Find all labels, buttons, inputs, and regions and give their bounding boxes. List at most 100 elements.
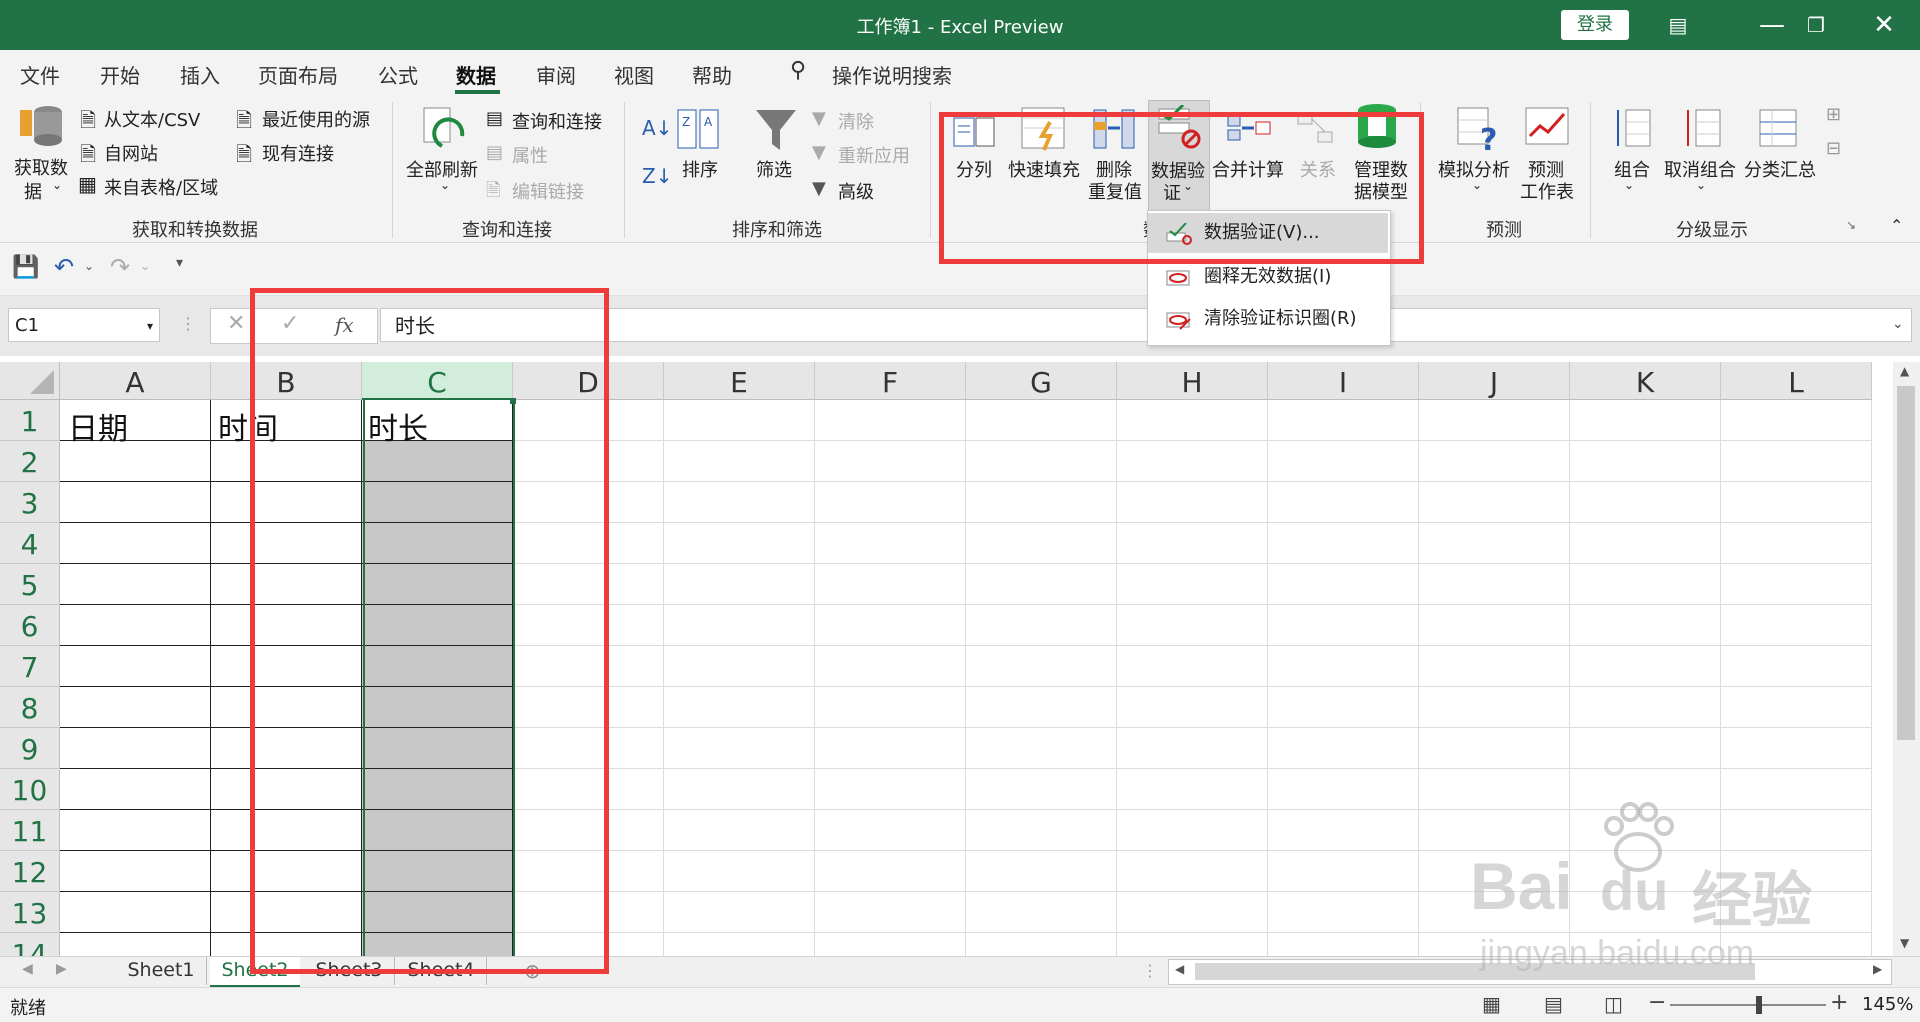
cell-e12[interactable]	[664, 851, 815, 892]
cell-a10[interactable]	[60, 769, 211, 810]
cell-a6[interactable]	[60, 605, 211, 646]
sort-za-icon[interactable]: Z↓	[642, 164, 672, 188]
cell-i1[interactable]	[1268, 400, 1419, 441]
cell-j7[interactable]	[1419, 646, 1570, 687]
cell-h12[interactable]	[1117, 851, 1268, 892]
cell-j3[interactable]	[1419, 482, 1570, 523]
cell-h6[interactable]	[1117, 605, 1268, 646]
cell-e7[interactable]	[664, 646, 815, 687]
column-header-h[interactable]: H	[1117, 362, 1268, 400]
clear-button[interactable]: 清除	[838, 108, 874, 134]
cell-e2[interactable]	[664, 441, 815, 482]
cell-h7[interactable]	[1117, 646, 1268, 687]
tab-file[interactable]: 文件	[20, 60, 60, 89]
tab-formulas[interactable]: 公式	[378, 60, 418, 89]
hide-detail-icon[interactable]: ⊟	[1826, 138, 1841, 159]
cell-f10[interactable]	[815, 769, 966, 810]
cell-k9[interactable]	[1570, 728, 1721, 769]
cell-j6[interactable]	[1419, 605, 1570, 646]
cell-g1[interactable]	[966, 400, 1117, 441]
cell-h13[interactable]	[1117, 892, 1268, 933]
cell-e3[interactable]	[664, 482, 815, 523]
cell-e8[interactable]	[664, 687, 815, 728]
cell-j1[interactable]	[1419, 400, 1570, 441]
reapply-button[interactable]: 重新应用	[838, 142, 910, 168]
cell-e10[interactable]	[664, 769, 815, 810]
cell-i2[interactable]	[1268, 441, 1419, 482]
tab-help[interactable]: 帮助	[692, 60, 732, 89]
cell-k7[interactable]	[1570, 646, 1721, 687]
scroll-up-icon[interactable]: ▲	[1900, 364, 1909, 378]
name-box[interactable]: C1 ▾	[8, 308, 160, 342]
cell-e13[interactable]	[664, 892, 815, 933]
cell-a9[interactable]	[60, 728, 211, 769]
cell-g10[interactable]	[966, 769, 1117, 810]
row-header-13[interactable]: 13	[0, 892, 60, 933]
normal-view-icon[interactable]: ▦	[1482, 992, 1501, 1016]
zoom-in-icon[interactable]: +	[1830, 990, 1848, 1015]
column-header-j[interactable]: J	[1419, 362, 1570, 400]
cell-i3[interactable]	[1268, 482, 1419, 523]
cell-e4[interactable]	[664, 523, 815, 564]
cell-h5[interactable]	[1117, 564, 1268, 605]
row-header-4[interactable]: 4	[0, 523, 60, 564]
cell-k6[interactable]	[1570, 605, 1721, 646]
dialog-launcher-icon[interactable]: ↘	[1846, 218, 1856, 232]
row-header-11[interactable]: 11	[0, 810, 60, 851]
cell-f13[interactable]	[815, 892, 966, 933]
row-header-2[interactable]: 2	[0, 441, 60, 482]
cell-a13[interactable]	[60, 892, 211, 933]
cell-h3[interactable]	[1117, 482, 1268, 523]
sort-az-icon[interactable]: A↓	[642, 116, 672, 140]
cell-f6[interactable]	[815, 605, 966, 646]
cell-k4[interactable]	[1570, 523, 1721, 564]
row-header-8[interactable]: 8	[0, 687, 60, 728]
tell-me-search[interactable]: 操作说明搜索	[832, 60, 952, 89]
tab-home[interactable]: 开始	[100, 60, 140, 89]
tab-page-layout[interactable]: 页面布局	[258, 60, 338, 89]
row-header-12[interactable]: 12	[0, 851, 60, 892]
recent-sources-button[interactable]: 最近使用的源	[262, 106, 370, 132]
cell-e5[interactable]	[664, 564, 815, 605]
row-header-3[interactable]: 3	[0, 482, 60, 523]
column-header-f[interactable]: F	[815, 362, 966, 400]
customize-qat-icon[interactable]: ▾	[176, 255, 183, 271]
cell-g6[interactable]	[966, 605, 1117, 646]
cell-i4[interactable]	[1268, 523, 1419, 564]
expand-formula-icon[interactable]: ⌄	[1892, 316, 1904, 332]
cell-k1[interactable]	[1570, 400, 1721, 441]
cell-i6[interactable]	[1268, 605, 1419, 646]
cell-h14[interactable]	[1117, 933, 1268, 956]
redo-icon[interactable]: ↷	[110, 253, 130, 281]
cell-g3[interactable]	[966, 482, 1117, 523]
restore-icon[interactable]: ❐	[1796, 8, 1836, 42]
undo-icon[interactable]: ↶	[54, 253, 74, 281]
cell-l3[interactable]	[1721, 482, 1872, 523]
cell-g11[interactable]	[966, 810, 1117, 851]
cell-g9[interactable]	[966, 728, 1117, 769]
cell-l6[interactable]	[1721, 605, 1872, 646]
scroll-left-icon[interactable]: ◀	[1175, 962, 1184, 976]
get-data-button-line2[interactable]: 据	[24, 178, 42, 204]
cell-f2[interactable]	[815, 441, 966, 482]
page-break-view-icon[interactable]: ◫	[1604, 992, 1623, 1016]
zoom-slider[interactable]	[1670, 1004, 1826, 1006]
cell-h9[interactable]	[1117, 728, 1268, 769]
row-header-14[interactable]: 14	[0, 933, 60, 956]
cell-a8[interactable]	[60, 687, 211, 728]
cell-l4[interactable]	[1721, 523, 1872, 564]
zoom-level[interactable]: 145%	[1862, 994, 1913, 1015]
prev-sheet-icon[interactable]: ◀	[22, 961, 33, 977]
zoom-out-icon[interactable]: −	[1648, 990, 1666, 1015]
sort-button[interactable]: 排序	[682, 156, 718, 182]
from-web-button[interactable]: 自网站	[104, 140, 158, 166]
cell-j9[interactable]	[1419, 728, 1570, 769]
cell-k3[interactable]	[1570, 482, 1721, 523]
close-icon[interactable]: ✕	[1864, 8, 1904, 42]
cell-h10[interactable]	[1117, 769, 1268, 810]
login-button[interactable]: 登录	[1561, 10, 1629, 40]
cell-f14[interactable]	[815, 933, 966, 956]
properties-button[interactable]: 属性	[512, 142, 548, 168]
cell-i14[interactable]	[1268, 933, 1419, 956]
existing-connections-button[interactable]: 现有连接	[262, 140, 334, 166]
